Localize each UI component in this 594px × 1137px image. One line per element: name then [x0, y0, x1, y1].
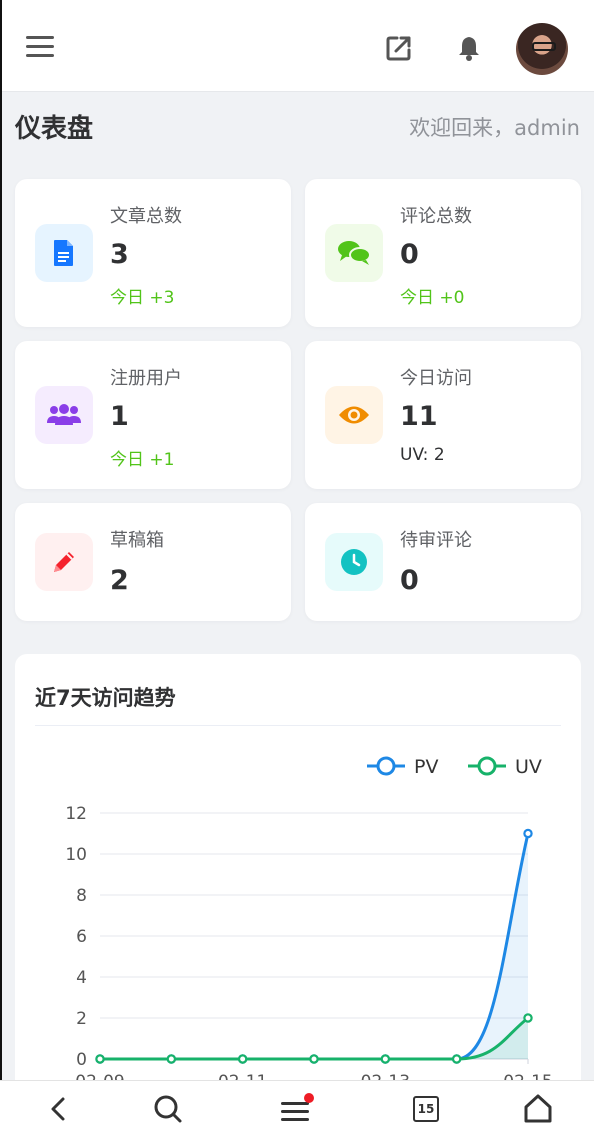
stat-label: 评论总数	[400, 206, 472, 227]
data-point-uv	[451, 1054, 462, 1064]
pencil-icon	[35, 533, 93, 591]
stat-card-users[interactable]: 注册用户 1 今日 +1	[15, 341, 291, 489]
data-point-uv	[309, 1054, 319, 1064]
stat-value: 11	[400, 401, 438, 432]
stat-card-comments[interactable]: 评论总数 0 今日 +0	[305, 179, 581, 327]
hamburger-menu-icon[interactable]	[26, 36, 54, 60]
stat-value: 0	[400, 239, 419, 270]
eye-icon	[325, 386, 383, 444]
visit-trend-chart: 02468101202-0902-1102-1302-15PVUV	[65, 756, 552, 1092]
stat-card-pending-comments[interactable]: 待审评论 0	[305, 503, 581, 621]
series-line-uv	[100, 1016, 529, 1061]
search-icon[interactable]	[148, 1089, 188, 1129]
stat-value: 3	[110, 239, 129, 270]
y-tick-label: 0	[76, 1050, 87, 1070]
welcome-text: 欢迎回来，admin	[409, 116, 580, 140]
stat-sub: 今日 +3	[110, 288, 175, 308]
home-icon[interactable]	[518, 1089, 558, 1129]
y-tick-label: 12	[65, 804, 87, 824]
stat-label: 注册用户	[110, 368, 182, 389]
data-point-uv	[95, 1054, 105, 1064]
data-point-uv	[523, 1013, 533, 1023]
menu-list-icon[interactable]	[277, 1089, 317, 1129]
bell-icon[interactable]	[454, 33, 484, 63]
back-arrow-icon[interactable]	[38, 1089, 78, 1129]
data-point-uv	[237, 1054, 248, 1064]
stat-sub: UV: 2	[400, 445, 445, 465]
users-icon	[35, 386, 93, 444]
clock-icon	[325, 533, 383, 591]
user-avatar[interactable]	[516, 23, 568, 75]
stat-sub: 今日 +1	[110, 450, 175, 470]
stat-label: 草稿箱	[110, 530, 164, 551]
y-tick-label: 2	[76, 1009, 87, 1029]
bottom-navigation: 15	[0, 1080, 594, 1137]
data-point-pv	[523, 828, 533, 839]
calendar-icon[interactable]: 15	[406, 1089, 446, 1129]
left-edge	[0, 0, 2, 1080]
top-bar	[0, 0, 594, 92]
y-tick-label: 4	[76, 968, 87, 988]
y-tick-label: 8	[76, 886, 87, 906]
comments-icon	[325, 224, 383, 282]
legend-marker	[477, 756, 497, 776]
data-point-uv	[380, 1054, 391, 1064]
legend-label: UV	[515, 756, 542, 778]
series-area-pv	[100, 833, 528, 1059]
stat-label: 今日访问	[400, 368, 472, 389]
stat-value: 0	[400, 565, 419, 596]
y-tick-label: 6	[76, 927, 87, 947]
stat-value: 2	[110, 565, 129, 596]
series-line-pv	[100, 833, 530, 1061]
page-title: 仪表盘	[15, 114, 94, 144]
stat-sub: 今日 +0	[400, 288, 465, 308]
calendar-day: 15	[413, 1096, 439, 1122]
y-tick-label: 10	[65, 845, 87, 865]
document-icon	[35, 224, 93, 282]
stat-label: 待审评论	[400, 530, 472, 551]
stat-card-drafts[interactable]: 草稿箱 2	[15, 503, 291, 621]
visit-trend-card: 近7天访问趋势 02468101202-0902-1102-1302-15PVU…	[15, 654, 581, 1094]
legend-label: PV	[414, 756, 438, 778]
legend-marker	[376, 756, 396, 776]
stat-card-visits[interactable]: 今日访问 11 UV: 2	[305, 341, 581, 489]
data-point-uv	[166, 1054, 177, 1064]
stat-label: 文章总数	[110, 206, 182, 227]
series-area-uv	[100, 1018, 528, 1059]
stat-card-articles[interactable]: 文章总数 3 今日 +3	[15, 179, 291, 327]
external-link-icon[interactable]	[384, 33, 414, 63]
stat-value: 1	[110, 401, 129, 432]
